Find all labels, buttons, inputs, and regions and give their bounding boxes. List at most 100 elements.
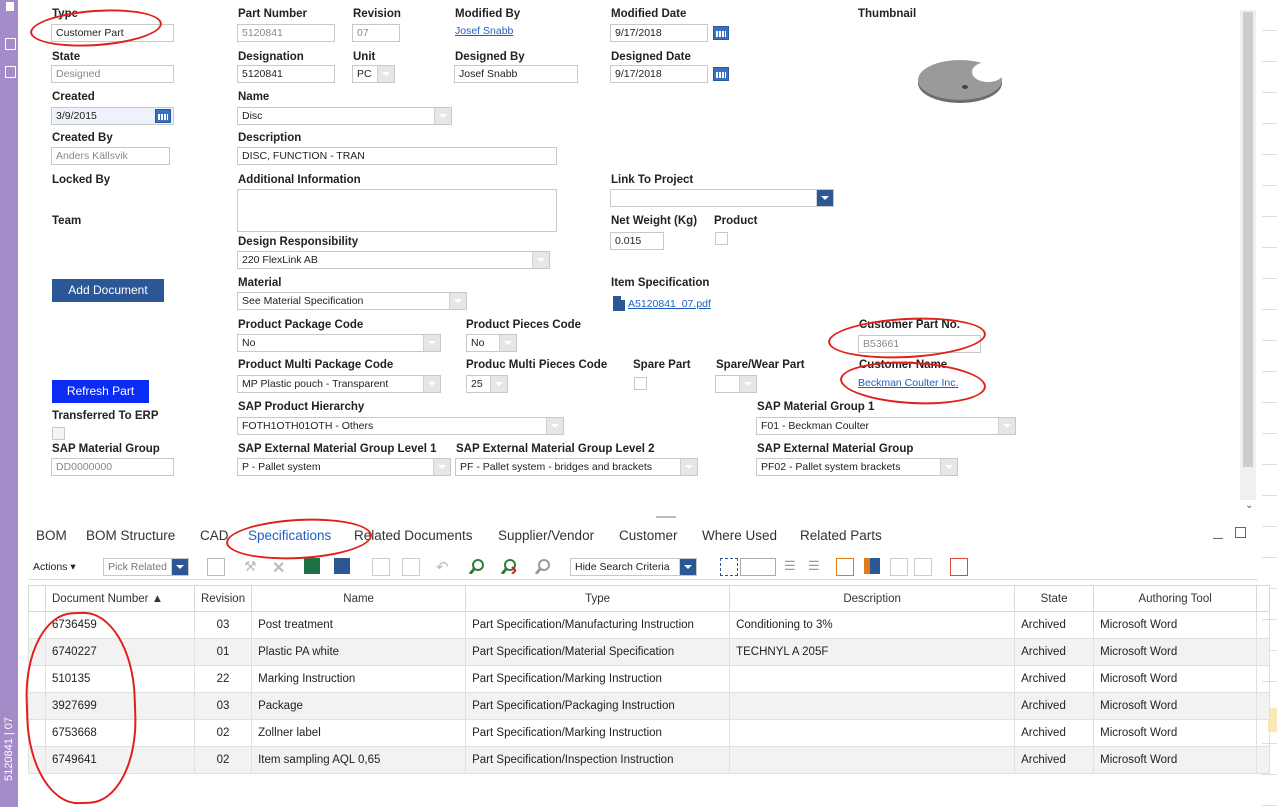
sap-ext-level2-select[interactable]: PF - Pallet system - bridges and bracket… [455, 458, 698, 476]
report-icon[interactable] [950, 558, 968, 576]
sap-ext-group-select[interactable]: PF02 - Pallet system brackets [756, 458, 958, 476]
design-responsibility-select[interactable]: 220 FlexLink AB [237, 251, 550, 269]
minimize-icon[interactable] [1213, 538, 1223, 539]
table-row[interactable]: 3927699 03 Package Part Specification/Pa… [28, 692, 1271, 720]
sap-product-hierarchy-select[interactable]: FOTH1OTH01OTH - Others [237, 417, 564, 435]
word-icon[interactable] [334, 558, 350, 574]
filler-cell [1256, 611, 1271, 639]
excel-icon[interactable] [304, 558, 320, 574]
actions-menu[interactable]: Actions ▾ [33, 561, 76, 573]
tab-bom-structure[interactable]: BOM Structure [86, 528, 175, 543]
tab-customer[interactable]: Customer [619, 528, 678, 543]
designed-date-field[interactable]: 9/17/2018 [610, 65, 708, 83]
product-package-code-select[interactable]: No [237, 334, 441, 352]
sap-ext-level2-value: PF - Pallet system - bridges and bracket… [460, 461, 652, 473]
search-icon[interactable] [534, 558, 550, 574]
delete-icon[interactable]: ✕ [272, 558, 288, 577]
modified-date-field[interactable]: 9/17/2018 [610, 24, 708, 42]
sidebar-list-icon[interactable] [5, 66, 16, 78]
clear-find-icon[interactable] [500, 558, 516, 574]
revision-field[interactable]: 07 [352, 24, 400, 42]
unit-select[interactable]: PC [352, 65, 395, 83]
product-multi-package-code-select[interactable]: MP Plastic pouch - Transparent [237, 375, 441, 393]
sidebar-doc-icon[interactable] [6, 2, 14, 11]
maximize-icon[interactable] [1235, 527, 1246, 538]
design-responsibility-label: Design Responsibility [238, 236, 359, 248]
modified-by-link[interactable]: Josef Snabb [455, 25, 513, 37]
column-header-state[interactable]: State [1014, 585, 1095, 612]
pick-related-select[interactable]: Pick Related [103, 558, 189, 576]
material-select[interactable]: See Material Specification [237, 292, 467, 310]
chevron-down-icon [680, 459, 697, 475]
paste-icon[interactable] [914, 558, 932, 576]
tab-cad[interactable]: CAD [200, 528, 229, 543]
tab-bom[interactable]: BOM [36, 528, 67, 543]
net-weight-field[interactable]: 0.015 [610, 232, 664, 250]
copy-icon[interactable] [890, 558, 908, 576]
item-specification-link[interactable]: A5120841_07.pdf [628, 298, 711, 310]
description-field[interactable]: DISC, FUNCTION - TRAN [237, 147, 557, 165]
add-icon[interactable] [207, 558, 225, 576]
cell-state: Archived [1014, 719, 1095, 747]
column-header-revision[interactable]: Revision [193, 585, 253, 612]
table-row[interactable]: 510135 22 Marking Instruction Part Speci… [28, 665, 1271, 693]
outdent-icon[interactable]: ☰ [808, 558, 824, 574]
product-pieces-code-select[interactable]: No [466, 334, 517, 352]
hide-search-criteria-select[interactable]: Hide Search Criteria [570, 558, 697, 576]
table-row[interactable]: 6749641 02 Item sampling AQL 0,65 Part S… [28, 746, 1271, 774]
table-row[interactable]: 6753668 02 Zollner label Part Specificat… [28, 719, 1271, 747]
column-header-type[interactable]: Type [465, 585, 731, 612]
sidebar-folder-icon[interactable] [5, 38, 16, 50]
cell-name: Item sampling AQL 0,65 [251, 746, 467, 774]
sap-material-group-1-select[interactable]: F01 - Beckman Coulter [756, 417, 1016, 435]
sap-material-group-field[interactable]: DD0000000 [51, 458, 174, 476]
column-header-authoring-tool[interactable]: Authoring Tool [1093, 585, 1258, 612]
designation-field[interactable]: 5120841 [237, 65, 335, 83]
name-select[interactable]: Disc [237, 107, 452, 125]
designed-by-field[interactable]: Josef Snabb [454, 65, 578, 83]
compare-icon[interactable] [864, 558, 880, 574]
transferred-to-erp-checkbox[interactable] [52, 427, 65, 440]
spare-wear-part-select[interactable] [715, 375, 757, 393]
table-row[interactable]: 6740227 01 Plastic PA white Part Specifi… [28, 638, 1271, 666]
indent-icon[interactable]: ☰ [784, 558, 800, 574]
calendar-icon[interactable] [155, 109, 171, 123]
tab-related-parts[interactable]: Related Parts [800, 528, 882, 543]
designed-by-label: Designed By [455, 51, 525, 63]
produc-multi-pieces-code-select[interactable]: 25 [466, 375, 508, 393]
unlock-icon[interactable] [402, 558, 420, 576]
find-icon[interactable] [468, 558, 484, 574]
link-to-project-select[interactable] [610, 189, 834, 207]
column-header-name[interactable]: Name [251, 585, 467, 612]
form-scrollbar-thumb[interactable] [1243, 12, 1253, 467]
sap-ext-level1-select[interactable]: P - Pallet system [237, 458, 451, 476]
table-row[interactable]: 6736459 03 Post treatment Part Specifica… [28, 611, 1271, 639]
additional-info-textarea[interactable] [237, 189, 557, 232]
column-header-description[interactable]: Description [729, 585, 1016, 612]
product-package-code-value: No [242, 337, 256, 349]
select-all-icon[interactable] [720, 558, 738, 576]
add-document-button[interactable]: Add Document [52, 279, 164, 302]
calendar-icon[interactable] [713, 67, 729, 81]
tab-supplier-vendor[interactable]: Supplier/Vendor [498, 528, 594, 543]
preview-icon[interactable] [836, 558, 854, 576]
produc-multi-pieces-code-value: 25 [471, 378, 483, 390]
cell-name: Post treatment [251, 611, 467, 639]
panel-splitter[interactable] [656, 516, 676, 518]
state-field[interactable]: Designed [51, 65, 174, 83]
column-header-document-number[interactable]: Document Number ▲ [45, 585, 195, 612]
product-multi-package-code-value: MP Plastic pouch - Transparent [242, 378, 389, 390]
spare-part-checkbox[interactable] [634, 377, 647, 390]
page-size-input[interactable] [740, 558, 776, 576]
lock-icon[interactable] [372, 558, 390, 576]
tools-icon[interactable]: ⚒ [244, 558, 260, 574]
part-number-field[interactable]: 5120841 [237, 24, 335, 42]
refresh-part-button[interactable]: Refresh Part [52, 380, 149, 403]
scroll-down-arrow[interactable]: ⌄ [1245, 500, 1253, 511]
tab-where-used[interactable]: Where Used [702, 528, 777, 543]
created-by-field[interactable]: Anders Källsvik [51, 147, 170, 165]
product-checkbox[interactable] [715, 232, 728, 245]
calendar-icon[interactable] [713, 26, 729, 40]
undo-icon[interactable]: ↶ [436, 558, 452, 576]
designation-label: Designation [238, 51, 304, 63]
